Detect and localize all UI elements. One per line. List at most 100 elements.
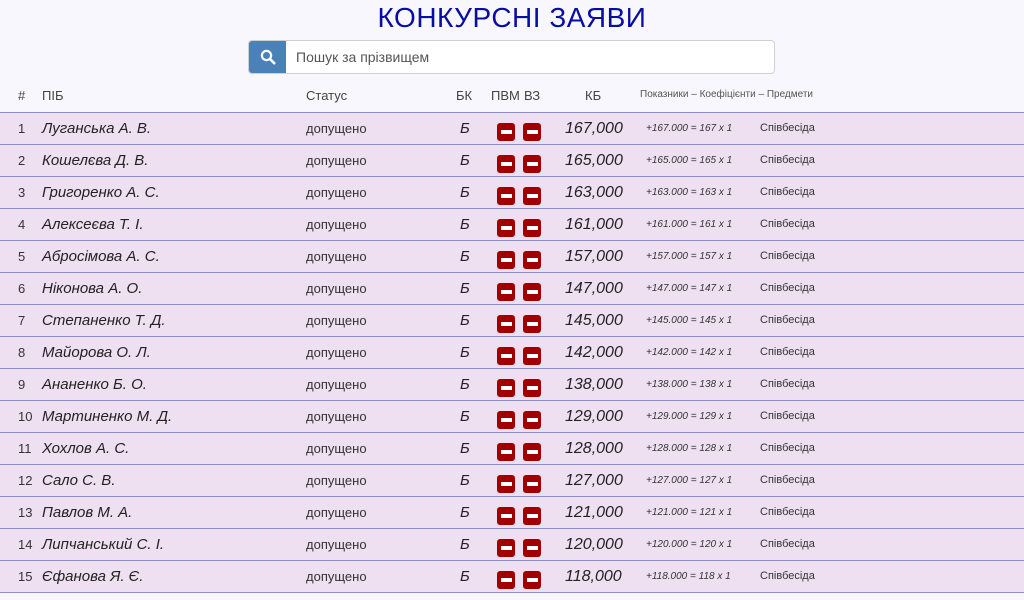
pvm-minus-icon: [497, 122, 515, 141]
row-number: 8: [18, 345, 26, 360]
subject: Співбесіда: [760, 154, 815, 166]
column-header-kb: КБ: [585, 88, 602, 103]
row-number: 4: [18, 217, 26, 232]
competitive-score: 161,000: [565, 216, 623, 233]
vz-minus-icon: [523, 474, 541, 493]
score-formula: +138.000 = 138 х 1: [646, 379, 733, 390]
competitive-score: 118,000: [565, 568, 622, 585]
pvm-minus-icon: [497, 346, 515, 365]
row-number: 9: [18, 377, 26, 392]
competitive-score: 145,000: [565, 312, 623, 329]
flags-group: [497, 433, 541, 464]
search-icon: [260, 49, 275, 65]
competitive-score: 167,000: [565, 120, 623, 137]
applications-table-body: 1 Луганська А. В. допущено Б 167,000 +167.000…: [0, 113, 1024, 593]
table-row: 13 Павлов М. А. допущено Б 121,000 +121.000 =…: [0, 497, 1024, 529]
applicant-name: Сало С. В.: [42, 472, 116, 489]
table-row: 5 Абросімова А. С. допущено Б 157,000 +157.00…: [0, 241, 1024, 273]
applicant-name: Степаненко Т. Д.: [42, 312, 166, 329]
applicant-name: Хохлов А. С.: [42, 440, 130, 457]
row-number: 11: [18, 441, 32, 456]
budget-contract-mark: Б: [460, 312, 470, 329]
budget-contract-mark: Б: [460, 184, 470, 201]
application-status: допущено: [306, 217, 367, 232]
applicant-name: Мартиненко М. Д.: [42, 408, 173, 425]
pvm-minus-icon: [497, 314, 515, 333]
budget-contract-mark: Б: [460, 248, 470, 265]
subject: Співбесіда: [760, 282, 815, 294]
table-row: 3 Григоренко А. С. допущено Б 163,000 +163.00…: [0, 177, 1024, 209]
search-button[interactable]: [249, 41, 286, 73]
search-input[interactable]: [286, 41, 774, 73]
row-number: 3: [18, 185, 26, 200]
competitive-score: 128,000: [565, 440, 623, 457]
pvm-minus-icon: [497, 442, 515, 461]
competitive-score: 129,000: [565, 408, 623, 425]
flags-group: [497, 145, 541, 176]
application-status: допущено: [306, 249, 367, 264]
flags-group: [497, 529, 541, 560]
vz-minus-icon: [523, 250, 541, 269]
table-row: 8 Майорова О. Л. допущено Б 142,000 +142.000 …: [0, 337, 1024, 369]
budget-contract-mark: Б: [460, 152, 470, 169]
pvm-minus-icon: [497, 154, 515, 173]
subject: Співбесіда: [760, 122, 815, 134]
table-row: 15 Єфанова Я. Є. допущено Б 118,000 +118.000 …: [0, 561, 1024, 593]
vz-minus-icon: [523, 442, 541, 461]
row-number: 14: [18, 537, 33, 552]
application-status: допущено: [306, 313, 367, 328]
pvm-minus-icon: [497, 538, 515, 557]
subject: Співбесіда: [760, 570, 815, 582]
pvm-minus-icon: [497, 250, 515, 269]
pvm-minus-icon: [497, 570, 515, 589]
table-row: 14 Липчанський С. І. допущено Б 120,000 +120.…: [0, 529, 1024, 561]
score-formula: +121.000 = 121 х 1: [646, 507, 733, 518]
applicant-name: Липчанський С. І.: [42, 536, 165, 553]
row-number: 15: [18, 569, 33, 584]
pvm-minus-icon: [497, 282, 515, 301]
row-number: 6: [18, 281, 26, 296]
flags-group: [497, 177, 541, 208]
vz-minus-icon: [523, 538, 541, 557]
table-header: # ПІБ Статус БК ПВМ ВЗ КБ Показники – Ко…: [0, 78, 1024, 113]
row-number: 12: [18, 473, 33, 488]
row-number: 1: [18, 121, 26, 136]
subject: Співбесіда: [760, 186, 815, 198]
flags-group: [497, 497, 541, 528]
flags-group: [497, 561, 541, 592]
application-status: допущено: [306, 473, 367, 488]
competitive-score: 142,000: [565, 344, 623, 361]
application-status: допущено: [306, 537, 367, 552]
pvm-minus-icon: [497, 410, 515, 429]
table-row: 10 Мартиненко М. Д. допущено Б 129,000 +129.0…: [0, 401, 1024, 433]
score-formula: +167.000 = 167 х 1: [646, 123, 733, 134]
vz-minus-icon: [523, 570, 541, 589]
flags-group: [497, 241, 541, 272]
applicant-name: Алексеєва Т. І.: [42, 216, 144, 233]
score-formula: +147.000 = 147 х 1: [646, 283, 733, 294]
score-formula: +165.000 = 165 х 1: [646, 155, 733, 166]
pvm-minus-icon: [497, 474, 515, 493]
pvm-minus-icon: [497, 186, 515, 205]
pvm-minus-icon: [497, 218, 515, 237]
table-row: 12 Сало С. В. допущено Б 127,000 +127.000 = 1…: [0, 465, 1024, 497]
page-title: КОНКУРСНІ ЗАЯВИ: [377, 2, 647, 33]
column-header-bk: БК: [456, 88, 473, 103]
application-status: допущено: [306, 409, 367, 424]
score-formula: +127.000 = 127 х 1: [646, 475, 733, 486]
vz-minus-icon: [523, 154, 541, 173]
table-row: 2 Кошелєва Д. В. допущено Б 165,000 +165.000 …: [0, 145, 1024, 177]
application-status: допущено: [306, 505, 367, 520]
subject: Співбесіда: [760, 250, 815, 262]
vz-minus-icon: [523, 378, 541, 397]
column-header-name: ПІБ: [42, 88, 64, 103]
table-row: 4 Алексеєва Т. І. допущено Б 161,000 +161.000…: [0, 209, 1024, 241]
budget-contract-mark: Б: [460, 440, 470, 457]
score-formula: +128.000 = 128 х 1: [646, 443, 733, 454]
column-header-pvm: ПВМ: [491, 88, 520, 103]
subject: Співбесіда: [760, 346, 815, 358]
flags-group: [497, 273, 541, 304]
table-row: 6 Ніконова А. О. допущено Б 147,000 +147.000 …: [0, 273, 1024, 305]
applicant-name: Ананенко Б. О.: [42, 376, 147, 393]
budget-contract-mark: Б: [460, 216, 470, 233]
